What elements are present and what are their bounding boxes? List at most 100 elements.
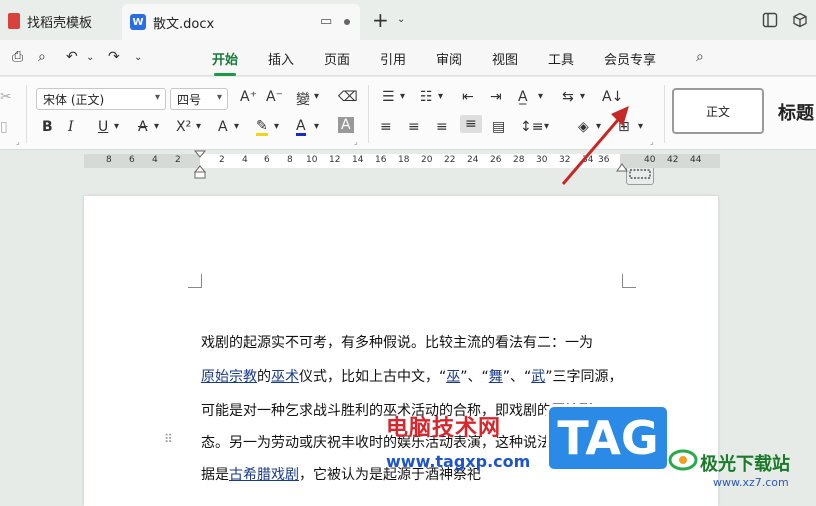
print-icon[interactable]: ⎙ [12,49,23,65]
chevron-down-icon[interactable]: ▾ [274,121,279,132]
chevron-down-icon[interactable]: ▾ [314,121,319,132]
superscript-icon[interactable]: X² [176,119,191,135]
chevron-down-icon: ▾ [154,92,160,103]
align-right-icon[interactable]: ≡ [436,119,448,135]
chinese-layout-icon[interactable]: A̲ [518,89,528,105]
search-icon[interactable]: ⌕ [696,49,704,65]
numbered-list-icon[interactable]: ☷ [420,89,433,105]
tab-template-store[interactable]: 找稻壳模板 [0,6,120,36]
ruler-number: 26 [490,155,502,165]
menu-review[interactable]: 审阅 [436,49,462,68]
tab-label: 找稻壳模板 [27,15,93,31]
distributed-align-icon[interactable]: ▤ [492,119,505,135]
window-layout-icon[interactable] [762,12,778,28]
style-normal[interactable]: 正文 [672,88,764,134]
chevron-down-icon[interactable]: ▾ [438,91,443,102]
chevron-down-icon[interactable]: ▾ [544,121,549,132]
grow-font-icon[interactable]: A⁺ [240,89,257,105]
ruler-number: 8 [287,155,293,165]
redo-icon[interactable]: ↷ [108,49,120,65]
paragraph-expand-icon[interactable]: ⌟ [650,137,654,146]
clipboard-expand-icon[interactable]: ⌟ [16,137,20,146]
style-heading-label: 标题 [778,103,814,124]
hyperlink[interactable]: 古希腊戏剧 [229,467,299,483]
hyperlink[interactable]: 舞 [489,369,503,385]
new-tab-plus-icon[interactable]: + [372,10,389,30]
hyperlink[interactable]: 武 [531,369,545,385]
print-preview-icon[interactable]: ⌕ [38,49,46,65]
divider [368,85,369,143]
tab-document[interactable]: W 散文.docx ▭ [122,4,360,40]
chevron-down-icon[interactable]: ⌄ [397,14,405,25]
bullet-list-icon[interactable]: ☰ [382,89,395,105]
chevron-down-icon[interactable]: ▾ [234,121,239,132]
character-shading-icon[interactable]: A [338,117,354,133]
menu-references[interactable]: 引用 [380,49,406,68]
shrink-font-icon[interactable]: A⁻ [266,89,283,105]
monitor-icon[interactable]: ▭ [320,14,332,29]
strikethrough-icon[interactable]: A [138,119,148,135]
menu-tools[interactable]: 工具 [548,49,574,68]
red-arrow-annotation [561,106,629,185]
indent-marker-icon[interactable] [193,150,207,180]
clear-format-icon[interactable]: ⌫ [338,89,358,105]
ruler-number: 44 [690,155,702,165]
ruler-number: 22 [444,155,456,165]
menu-member[interactable]: 会员专享 [604,49,656,68]
chevron-down-icon[interactable]: ▾ [114,121,119,132]
ruler-number: 30 [536,155,548,165]
ruler-number: 18 [398,155,410,165]
ruler-number: 6 [264,155,270,165]
ruler-number: 2 [175,155,181,165]
style-heading[interactable]: 标题 [778,99,814,125]
italic-icon[interactable]: I [68,119,74,135]
format-painter-icon[interactable]: ▯ [0,119,8,135]
increase-indent-icon[interactable]: ⇥ [490,89,502,105]
hyperlink[interactable]: 原始宗教 [201,369,257,385]
font-name-select[interactable]: 宋体 (正文) ▾ [36,88,166,110]
font-name-value: 宋体 (正文) [43,93,105,107]
ruler-number: 4 [242,155,248,165]
highlight-color-icon[interactable]: ✎ [256,119,268,136]
hyperlink[interactable]: 巫 [446,369,460,385]
hyperlink[interactable]: 巫术 [271,369,299,385]
underline-icon[interactable]: U [98,119,108,135]
paragraph-line[interactable]: 戏剧的起源实不可考，有多种假说。比较主流的看法有二：一为 [201,332,593,352]
chevron-down-icon[interactable]: ▾ [538,91,543,102]
cut-icon[interactable]: ✂ [0,89,12,105]
text-effect-icon[interactable]: A [218,119,228,135]
bold-icon[interactable]: B [42,119,53,135]
justify-icon[interactable]: ≡ [460,115,482,133]
chevron-down-icon[interactable]: ▾ [196,121,201,132]
align-center-icon[interactable]: ≡ [408,119,420,135]
cube-icon[interactable] [792,12,808,28]
more-chevron-icon[interactable]: ⌄ [134,52,142,63]
docer-logo-icon [8,13,20,29]
chevron-down-icon[interactable]: ▾ [638,121,643,132]
menu-view[interactable]: 视图 [492,49,518,68]
watermark-brand: 极光下载站 [700,454,790,475]
paragraph-line[interactable]: 原始宗教的巫术仪式，比如上古中文，“巫”、“舞”、“武”三字同源， [201,366,623,386]
paragraph-drag-handle-icon[interactable]: ⠿ [164,432,173,446]
menu-insert[interactable]: 插入 [268,49,294,68]
chevron-down-icon[interactable]: ▾ [314,91,319,102]
tag-logo-text: TAG [557,411,659,465]
decrease-indent-icon[interactable]: ⇤ [462,89,474,105]
font-color-icon[interactable]: A [296,119,306,136]
phonetic-guide-icon[interactable]: 變 [296,89,310,109]
font-size-select[interactable]: 四号 ▾ [170,88,228,110]
divider [26,85,27,143]
undo-icon[interactable]: ↶ [66,49,78,65]
line-spacing-icon[interactable]: ↕≡ [520,119,543,135]
menu-bar: ⎙ ⌕ ↶ ⌄ ↷ ⌄ 开始 插入 页面 引用 审阅 视图 工具 会员专享 ⌕ [0,40,816,76]
unsaved-dot-icon[interactable] [344,19,350,25]
ruler-number: 24 [467,155,479,165]
chevron-down-icon[interactable]: ▾ [154,121,159,132]
text-run: ”、“ [502,369,532,385]
menu-home[interactable]: 开始 [212,49,238,76]
font-expand-icon[interactable]: ⌟ [354,137,358,146]
menu-page[interactable]: 页面 [324,49,350,68]
align-left-icon[interactable]: ≡ [380,119,392,135]
undo-dropdown-icon[interactable]: ⌄ [86,52,94,63]
chevron-down-icon[interactable]: ▾ [400,91,405,102]
